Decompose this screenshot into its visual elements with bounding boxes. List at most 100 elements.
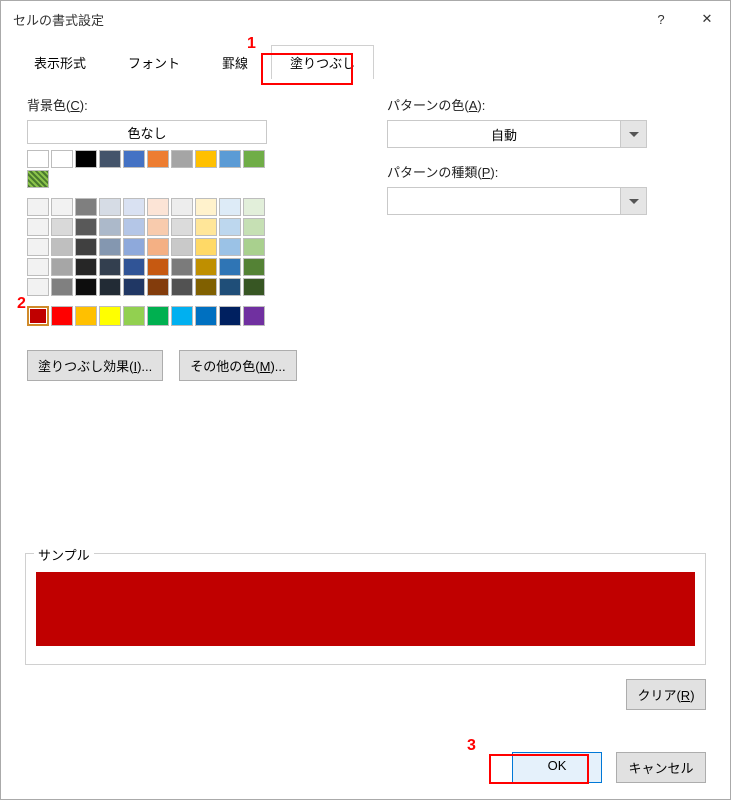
color-swatch[interactable] [243,150,265,168]
color-swatch[interactable] [147,238,169,256]
color-swatch[interactable] [51,238,73,256]
color-swatch[interactable] [147,198,169,216]
color-swatch[interactable] [51,278,73,296]
color-swatch[interactable] [171,258,193,276]
color-swatch[interactable] [27,218,49,236]
color-swatch[interactable] [27,198,49,216]
color-swatch[interactable] [243,258,265,276]
color-swatch[interactable] [99,258,121,276]
color-swatch[interactable] [171,198,193,216]
color-swatch[interactable] [219,278,241,296]
color-swatch[interactable] [99,238,121,256]
color-swatch[interactable] [195,258,217,276]
btn-part: その他の色( [190,359,259,374]
tab-number-format[interactable]: 表示形式 [15,45,105,79]
color-swatch[interactable] [99,218,121,236]
tab-fill[interactable]: 塗りつぶし [271,45,374,79]
color-palette [27,150,347,326]
color-swatch[interactable] [147,218,169,236]
color-swatch[interactable] [51,198,73,216]
color-swatch[interactable] [219,150,241,168]
color-swatch[interactable] [243,278,265,296]
color-swatch[interactable] [123,218,145,236]
color-swatch[interactable] [123,238,145,256]
color-swatch[interactable] [147,150,169,168]
left-column: 背景色(C): 色なし 塗りつぶし効果(I)... その他の色(M)... [27,95,347,381]
color-swatch[interactable] [195,198,217,216]
color-swatch[interactable] [219,198,241,216]
right-column: パターンの色(A): 自動 パターンの種類(P): [387,95,704,381]
more-colors-button[interactable]: その他の色(M)... [179,350,296,381]
pattern-type-combo[interactable] [387,187,647,215]
color-swatch[interactable] [243,198,265,216]
no-color-button[interactable]: 色なし [27,120,267,144]
color-swatch[interactable] [99,198,121,216]
color-swatch[interactable] [27,306,49,326]
color-swatch[interactable] [27,150,49,168]
color-swatch[interactable] [147,258,169,276]
pattern-type-label: パターンの種類(P): [387,162,704,181]
color-swatch[interactable] [243,306,265,326]
color-swatch[interactable] [51,306,73,326]
color-swatch[interactable] [195,150,217,168]
color-swatch[interactable] [123,198,145,216]
color-swatch[interactable] [75,218,97,236]
lbl-accel: C [70,98,79,113]
color-swatch[interactable] [147,278,169,296]
lbl-part: ): [477,98,485,113]
color-swatch[interactable] [75,258,97,276]
color-swatch[interactable] [75,306,97,326]
color-swatch[interactable] [195,218,217,236]
color-swatch[interactable] [99,306,121,326]
color-swatch[interactable] [123,150,145,168]
color-swatch[interactable] [75,150,97,168]
color-swatch[interactable] [219,306,241,326]
color-swatch[interactable] [75,238,97,256]
color-swatch[interactable] [75,278,97,296]
btn-accel: M [260,359,271,374]
color-swatch[interactable] [219,218,241,236]
color-swatch[interactable] [123,258,145,276]
color-swatch[interactable] [123,278,145,296]
color-swatch[interactable] [123,306,145,326]
dropdown-button[interactable] [620,188,646,214]
color-swatch[interactable] [27,278,49,296]
color-swatch[interactable] [195,238,217,256]
color-swatch[interactable] [99,150,121,168]
dropdown-button[interactable] [620,121,646,147]
color-swatch[interactable] [195,306,217,326]
color-swatch[interactable] [219,238,241,256]
color-swatch[interactable] [27,170,49,188]
color-swatch[interactable] [171,306,193,326]
clear-button[interactable]: クリア(R) [626,679,706,710]
tab-border[interactable]: 罫線 [203,45,267,79]
color-swatch[interactable] [27,238,49,256]
color-swatch[interactable] [171,278,193,296]
color-swatch[interactable] [147,306,169,326]
color-swatch[interactable] [51,258,73,276]
close-button[interactable]: ✕ [684,3,730,35]
color-swatch[interactable] [51,218,73,236]
color-swatch[interactable] [171,238,193,256]
ok-button[interactable]: OK [512,752,602,783]
pattern-color-combo[interactable]: 自動 [387,120,647,148]
btn-part: )... [270,359,285,374]
fill-effects-button[interactable]: 塗りつぶし効果(I)... [27,350,163,381]
color-swatch[interactable] [243,218,265,236]
help-button[interactable]: ? [638,3,684,35]
tab-font[interactable]: フォント [109,45,199,79]
color-swatch[interactable] [75,198,97,216]
color-swatch[interactable] [171,218,193,236]
color-swatch[interactable] [51,150,73,168]
color-swatch[interactable] [243,238,265,256]
color-swatch[interactable] [99,278,121,296]
tab-strip: 表示形式 フォント 罫線 塗りつぶし [1,37,730,80]
color-swatch[interactable] [171,150,193,168]
format-cells-dialog: セルの書式設定 ? ✕ 表示形式 フォント 罫線 塗りつぶし 背景色(C): 色… [0,0,731,800]
color-swatch[interactable] [27,258,49,276]
cancel-button[interactable]: キャンセル [616,752,706,783]
color-swatch[interactable] [219,258,241,276]
tab-label: 表示形式 [34,56,86,71]
color-swatch[interactable] [195,278,217,296]
pattern-type-value [388,188,620,214]
